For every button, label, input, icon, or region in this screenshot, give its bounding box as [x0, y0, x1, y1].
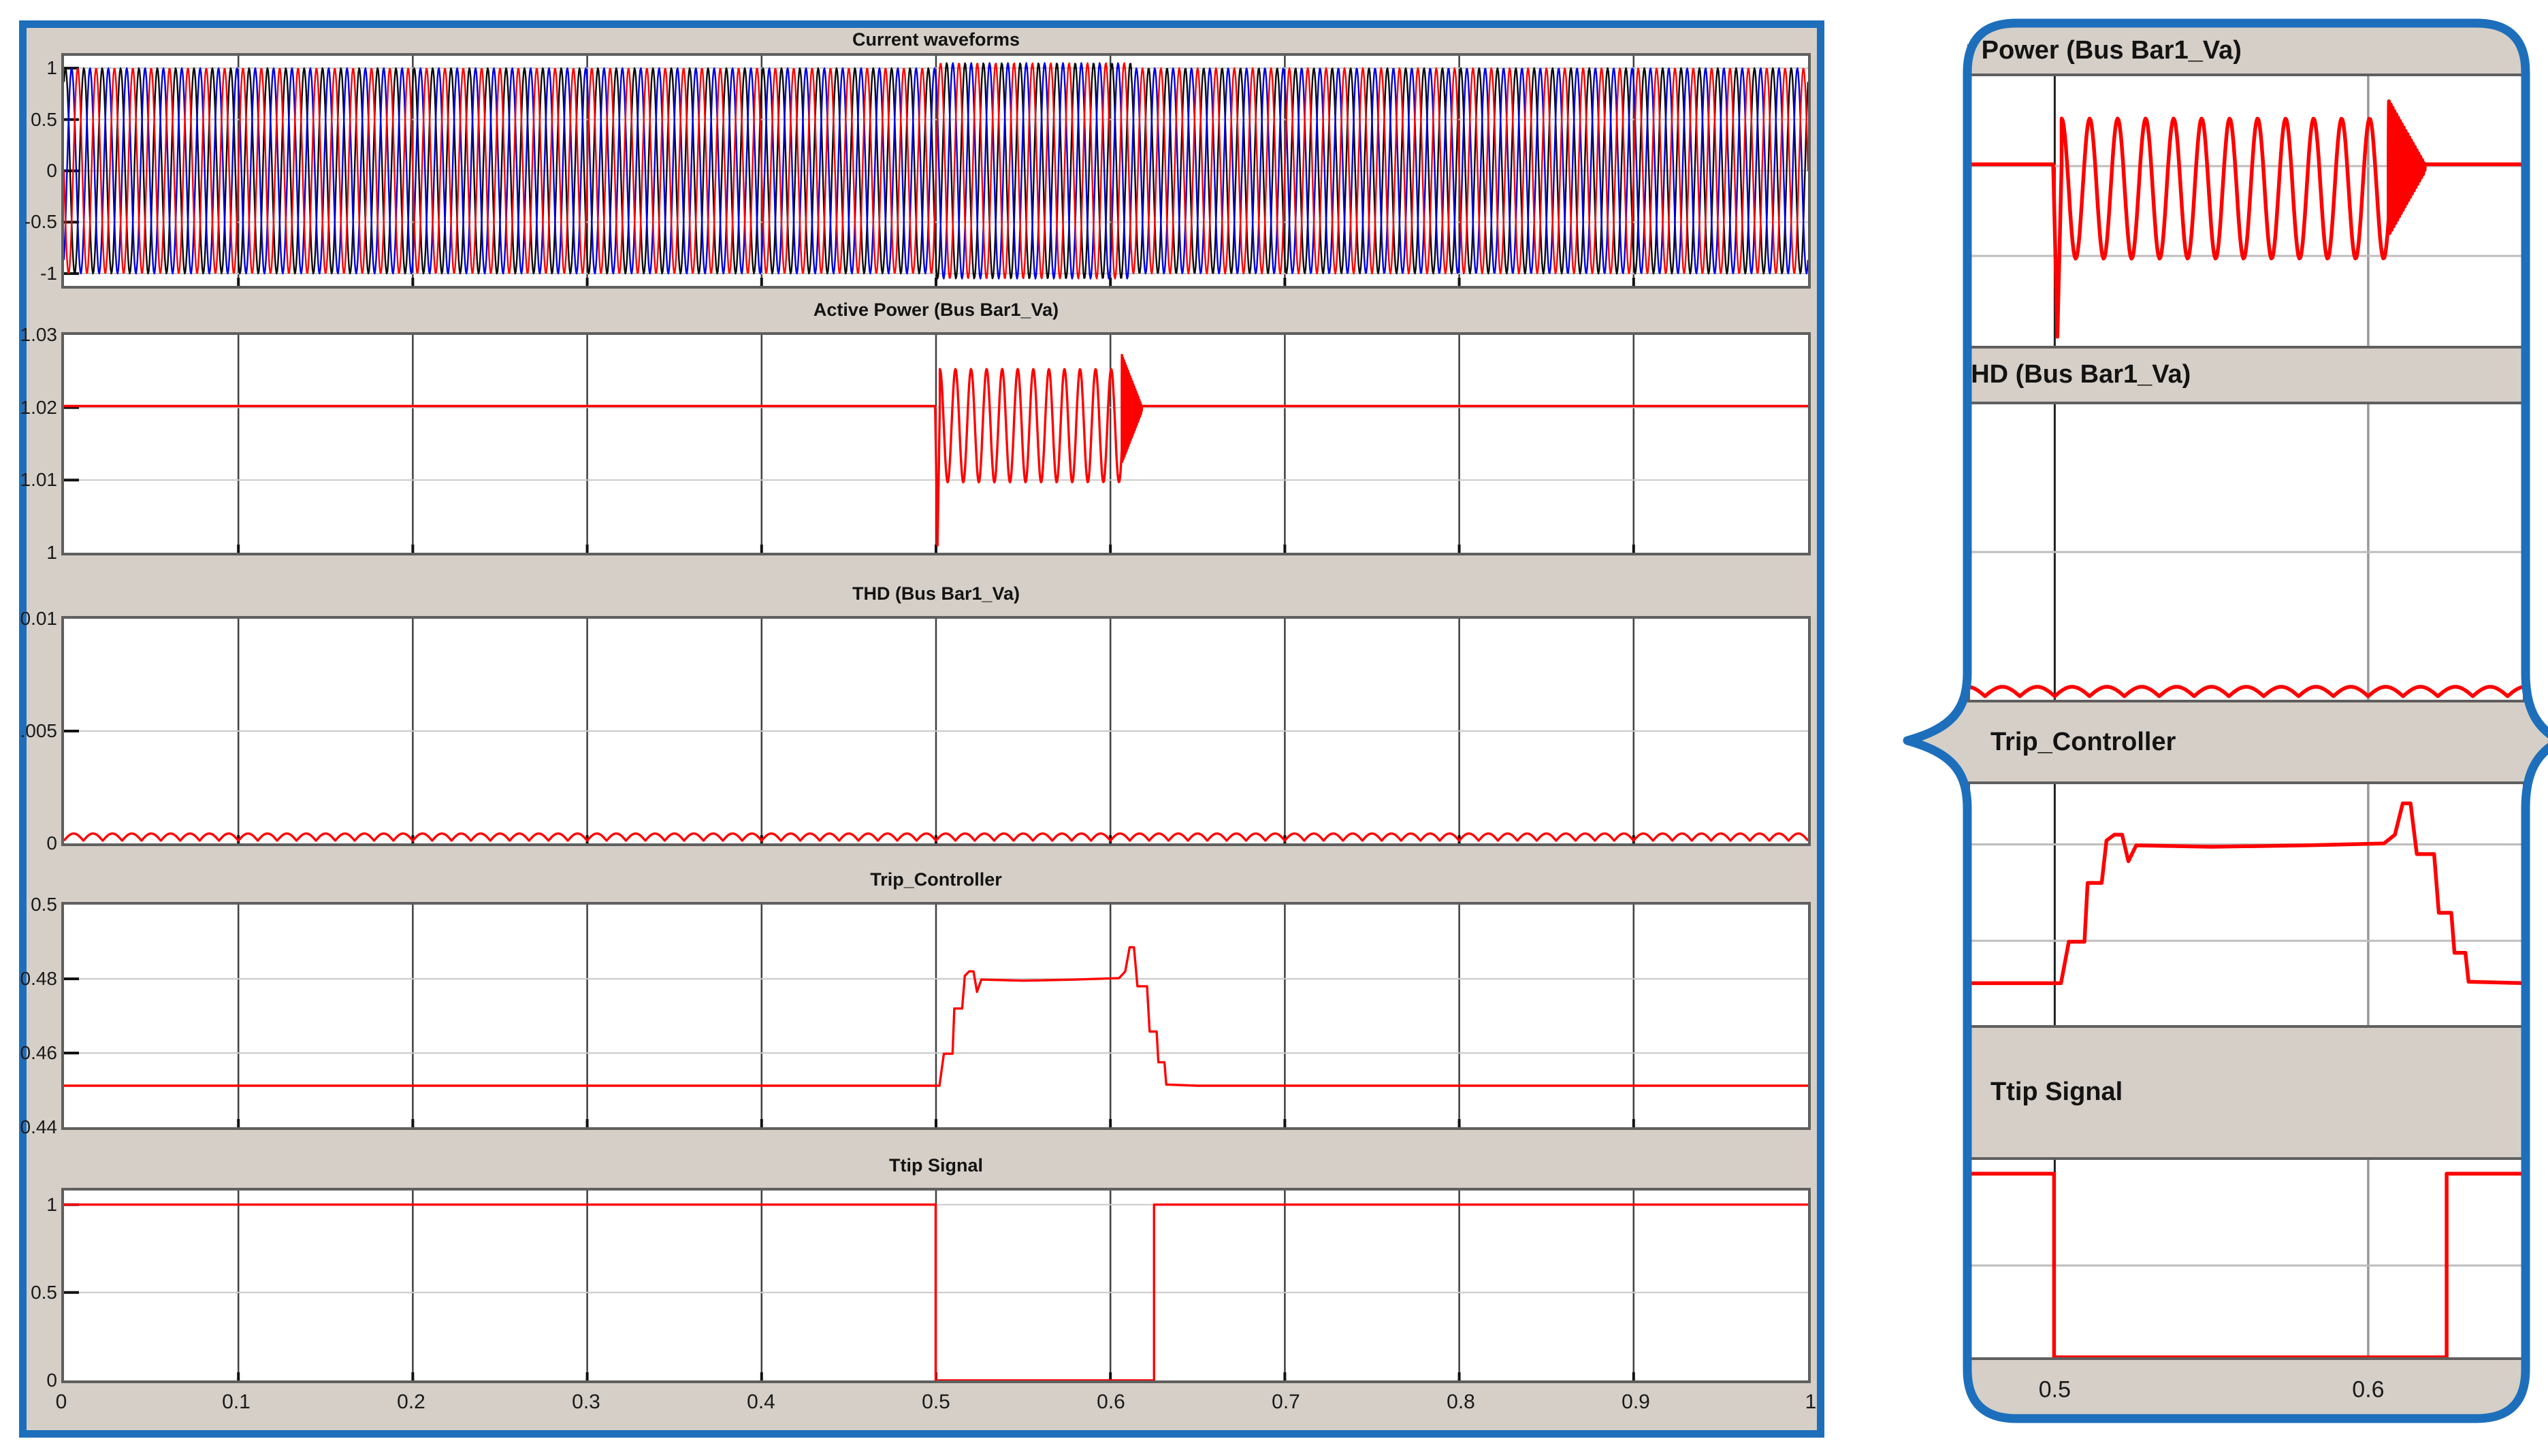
- y-tick-label: 1.02: [20, 396, 58, 418]
- y-tick-label: 0.44: [20, 1116, 58, 1137]
- y-tick-label: 0.5: [31, 1281, 57, 1303]
- waveform-canvas-active-power-bus-bar1-va: [64, 335, 1808, 553]
- inset-plot-area-thd-bus-bar1-va: [1967, 402, 2526, 702]
- x-tick-label: 0.8: [1447, 1391, 1475, 1413]
- inset-panel-title-text: Ttip Signal: [1990, 1078, 2123, 1106]
- inset-panel-title-ttip-signal: Ttip Signal: [1967, 1069, 2526, 1115]
- y-tick-label: 0.5: [31, 108, 57, 130]
- screenshot-root: Current waveforms 1 0.5 0 -0.5 -1 Active Power…: [0, 0, 2548, 1456]
- inset-plot-area-active-power-bus-bar1-va: [1967, 74, 2526, 349]
- inset-waveform-canvas-active-power-bus-bar1-va: [1970, 76, 2523, 346]
- inset-waveform-canvas-thd-bus-bar1-va: [1970, 404, 2523, 700]
- panel-title-active-power-bus-bar1-va: Active Power (Bus Bar1_Va): [813, 300, 1059, 320]
- inset-panel-title-text: Trip_Controller: [1990, 728, 2176, 756]
- y-tick-label: 0.46: [20, 1042, 58, 1063]
- x-tick-label: 0: [55, 1391, 67, 1413]
- panel-title-ttip-signal: Ttip Signal: [889, 1155, 983, 1176]
- waveform-trip-controller: [1970, 801, 2523, 986]
- y-tick-label: 1: [46, 57, 57, 79]
- tick-marks: [64, 730, 1635, 843]
- x-tick-label: 0.1: [222, 1391, 251, 1413]
- y-tick-label: -0.5: [24, 211, 57, 233]
- panel-title-current-waveforms: Current waveforms: [852, 29, 1020, 50]
- panel-title-thd-bus-bar1-va: THD (Bus Bar1_Va): [852, 583, 1020, 604]
- x-tick-label: 0.2: [397, 1391, 425, 1413]
- plot-area-current-waveforms: [61, 53, 1811, 289]
- plot-area-active-power-bus-bar1-va: [61, 332, 1811, 555]
- inset-x-tick-label: 0.6: [2352, 1376, 2385, 1403]
- waveform-canvas-thd-bus-bar1-va: [64, 619, 1808, 843]
- inset-x-tick-label: 0.5: [2038, 1376, 2071, 1403]
- inset-panel-title-text: THD (Bus Bar1_Va): [1967, 360, 2191, 389]
- y-tick-label: 0: [46, 1370, 57, 1391]
- waveform-canvas-current-waveforms: [64, 56, 1808, 286]
- x-tick-label: 0.5: [922, 1391, 950, 1413]
- y-tick-label: 0: [46, 832, 57, 854]
- inset-panel-title-thd-bus-bar1-va: THD (Bus Bar1_Va): [1967, 351, 2526, 398]
- y-tick-label: 1.03: [20, 324, 58, 345]
- gridlines: [64, 619, 1808, 843]
- x-tick-label: 0.3: [572, 1391, 600, 1413]
- x-tick-label: 0.7: [1272, 1391, 1300, 1413]
- inset-plot-area-trip-controller: [1967, 781, 2526, 1028]
- gridlines: [64, 905, 1808, 1127]
- x-tick-label: 0.9: [1622, 1391, 1650, 1413]
- y-tick-label: -1: [40, 262, 57, 284]
- inset-waveform-canvas-trip-controller: [1970, 784, 2523, 1025]
- inset-panel-title-active-power-bus-bar1-va: Active Power (Bus Bar1_Va): [1967, 27, 2526, 74]
- y-tick-label: 1.01: [20, 469, 58, 491]
- inset-panel-title-text: Active Power (Bus Bar1_Va): [1967, 36, 2242, 65]
- y-tick-label: 0.48: [20, 968, 58, 989]
- waveform-canvas-ttip-signal: [64, 1191, 1808, 1380]
- x-tick-label: 0.4: [747, 1391, 775, 1413]
- gridlines: [1970, 404, 2523, 700]
- inset-waveform-canvas-ttip-signal: [1970, 1160, 2523, 1357]
- y-tick-label: 0: [46, 160, 57, 181]
- waveform-active-power: [1970, 99, 2523, 339]
- y-tick-label: 1: [46, 542, 57, 563]
- panel-title-trip-controller: Trip_Controller: [870, 869, 1002, 890]
- x-tick-label: 1: [1805, 1391, 1817, 1413]
- y-tick-label: 0.5: [31, 894, 57, 915]
- y-tick-label: .005: [20, 720, 58, 741]
- y-tick-label: 1: [46, 1193, 57, 1215]
- inset-panel-title-trip-controller: Trip_Controller: [1967, 719, 2526, 765]
- plot-area-thd-bus-bar1-va: [61, 616, 1811, 846]
- inset-plot-area-ttip-signal: [1967, 1157, 2526, 1360]
- x-tick-label: 0.6: [1097, 1391, 1125, 1413]
- waveform-thd: [1970, 685, 2523, 698]
- waveform-canvas-trip-controller: [64, 905, 1808, 1127]
- y-tick-label: 0.01: [20, 608, 58, 629]
- plot-area-trip-controller: [61, 902, 1811, 1130]
- plot-area-ttip-signal: [61, 1188, 1811, 1383]
